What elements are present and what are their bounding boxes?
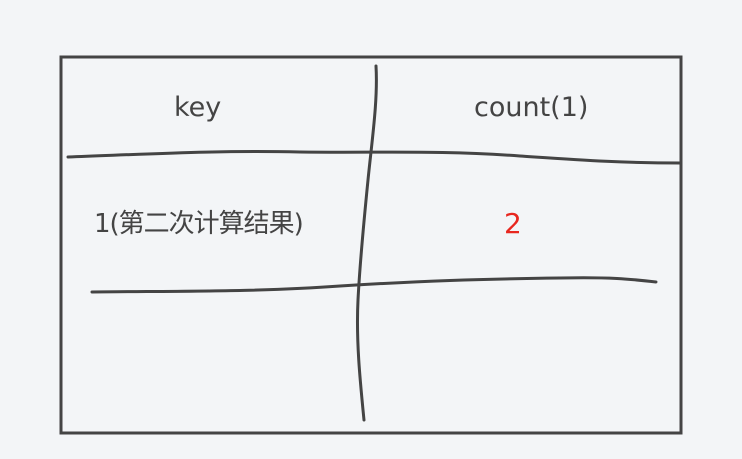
header-key: key [174,92,222,123]
row-1-key: 1(第二次计算结果) [94,209,304,239]
hand-drawn-table-diagram: key count(1) 1(第二次计算结果) 2 [0,0,742,459]
row-1-count: 2 [504,207,522,240]
row-divider-line [90,276,658,294]
header-divider-line [66,149,683,165]
header-count: count(1) [474,92,589,123]
column-divider-line [355,64,378,422]
